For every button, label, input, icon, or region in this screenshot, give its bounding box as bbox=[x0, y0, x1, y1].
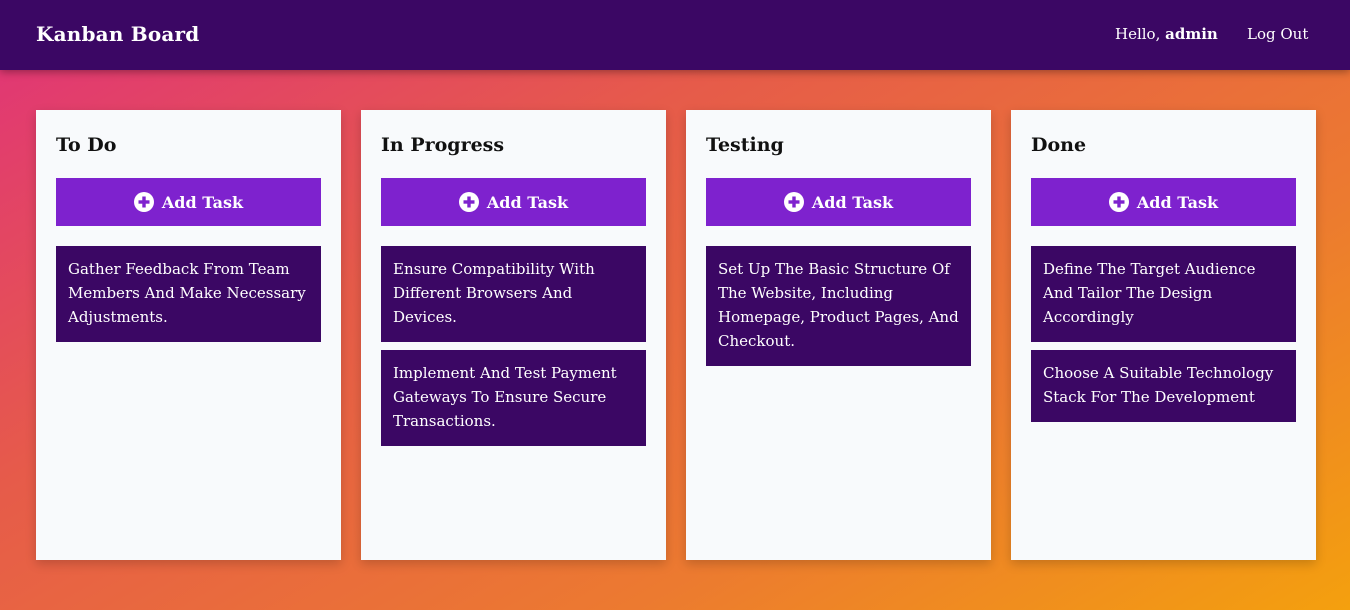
user-greeting: Hello, admin bbox=[1115, 25, 1218, 43]
username: admin bbox=[1165, 25, 1218, 43]
navbar: Kanban Board Hello, admin Log Out bbox=[0, 0, 1350, 70]
add-task-button[interactable]: Add Task bbox=[56, 178, 321, 226]
logout-link[interactable]: Log Out bbox=[1247, 25, 1308, 43]
column-title: In Progress bbox=[381, 134, 505, 156]
task-card[interactable]: Implement And Test Payment Gateways To E… bbox=[381, 350, 646, 446]
column-in-progress: In Progress Add Task Ensure Compatibilit… bbox=[361, 110, 666, 560]
plus-circle-icon bbox=[1108, 192, 1129, 212]
column-done: Done Add Task Define The Target Audience… bbox=[1011, 110, 1316, 560]
column-todo: To Do Add Task Gather Feedback From Team… bbox=[36, 110, 341, 560]
greeting-prefix: Hello, bbox=[1115, 25, 1166, 43]
add-task-label: Add Task bbox=[1136, 192, 1219, 212]
column-title: To Do bbox=[56, 134, 117, 156]
task-card[interactable]: Set Up The Basic Structure Of The Websit… bbox=[706, 246, 971, 366]
add-task-label: Add Task bbox=[161, 192, 244, 212]
add-task-label: Add Task bbox=[811, 192, 894, 212]
plus-circle-icon bbox=[133, 192, 154, 212]
add-task-button[interactable]: Add Task bbox=[1031, 178, 1296, 226]
column-title: Done bbox=[1031, 134, 1087, 156]
task-card[interactable]: Choose A Suitable Technology Stack For T… bbox=[1031, 350, 1296, 422]
add-task-label: Add Task bbox=[486, 192, 569, 212]
plus-circle-icon bbox=[458, 192, 479, 212]
add-task-button[interactable]: Add Task bbox=[706, 178, 971, 226]
task-card[interactable]: Gather Feedback From Team Members And Ma… bbox=[56, 246, 321, 342]
task-card[interactable]: Ensure Compatibility With Different Brow… bbox=[381, 246, 646, 342]
app-title: Kanban Board bbox=[36, 22, 200, 46]
add-task-button[interactable]: Add Task bbox=[381, 178, 646, 226]
task-card[interactable]: Define The Target Audience And Tailor Th… bbox=[1031, 246, 1296, 342]
column-title: Testing bbox=[706, 134, 784, 156]
column-testing: Testing Add Task Set Up The Basic Struct… bbox=[686, 110, 991, 560]
plus-circle-icon bbox=[783, 192, 804, 212]
kanban-board: To Do Add Task Gather Feedback From Team… bbox=[36, 110, 1316, 560]
